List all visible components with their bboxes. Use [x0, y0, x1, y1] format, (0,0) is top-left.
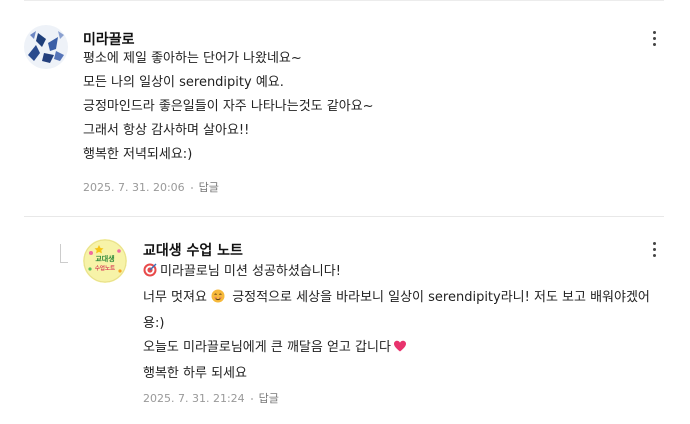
- reply-button[interactable]: 답글: [199, 181, 219, 194]
- reply-comment: 교대생 수업노트 교대생 수업 노트 미라끌로님 미션 성공하셨습니다! 너무 …: [0, 217, 690, 424]
- comment-date: 2025. 7. 31. 20:06: [83, 181, 185, 194]
- comment-meta: 2025. 7. 31. 20:06 답글: [83, 179, 219, 195]
- more-options-icon[interactable]: [644, 28, 664, 48]
- comment-text: 너무 멋져요: [143, 290, 207, 305]
- comment-text: 미라끌로님 미션 성공하셨습니다!: [160, 264, 341, 279]
- avatar-text: 교대생: [95, 254, 114, 263]
- comment-line: 미라끌로님 미션 성공하셨습니다!: [143, 260, 663, 286]
- separator-dot: [250, 398, 253, 400]
- comment: 미라끌로 평소에 제일 좋아하는 단어가 나왔네요~ 모든 나의 일상이 ser…: [0, 0, 690, 216]
- reply-indent-icon: [60, 244, 68, 263]
- avatar-text: 수업노트: [95, 264, 115, 272]
- comment-line: 긍정마인드라 좋은일들이 자주 나타나는것도 같아요~: [83, 99, 374, 114]
- reply-button[interactable]: 답글: [259, 392, 279, 405]
- separator-dot: [190, 187, 193, 189]
- comment-line: 너무 멋져요 긍정적으로 세상을 바라보니 일상이 serendipity라니!…: [143, 286, 663, 336]
- comment-meta: 2025. 7. 31. 21:24 답글: [143, 390, 279, 406]
- comment-line: 평소에 제일 좋아하는 단어가 나왔네요~: [83, 51, 302, 66]
- comment-line: 행복한 저녁되세요:): [83, 147, 193, 162]
- comment-text: 오늘도 미라끌로님에게 큰 깨달음 얻고 갑니다: [143, 340, 391, 355]
- more-options-icon[interactable]: [644, 239, 664, 259]
- comment-body: 미라끌로님 미션 성공하셨습니다! 너무 멋져요 긍정적으로 세상을 바라보니 …: [143, 260, 663, 386]
- comment-author[interactable]: 미라끌로: [83, 29, 135, 49]
- target-icon: [143, 262, 157, 286]
- comment-line: 모든 나의 일상이 serendipity 예요.: [83, 75, 284, 90]
- heart-icon: [393, 338, 407, 362]
- avatar[interactable]: [24, 25, 68, 69]
- comment-line: 행복한 하루 되세요: [143, 366, 247, 381]
- avatar[interactable]: 교대생 수업노트: [83, 239, 127, 283]
- comment-author[interactable]: 교대생 수업 노트: [143, 240, 243, 260]
- comment-body: 평소에 제일 좋아하는 단어가 나왔네요~ 모든 나의 일상이 serendip…: [83, 47, 643, 167]
- comment-line: 오늘도 미라끌로님에게 큰 깨달음 얻고 갑니다: [143, 336, 663, 362]
- smile-icon: [211, 288, 225, 312]
- comment-date: 2025. 7. 31. 21:24: [143, 392, 245, 405]
- comment-line: 그래서 항상 감사하며 살아요!!: [83, 123, 250, 138]
